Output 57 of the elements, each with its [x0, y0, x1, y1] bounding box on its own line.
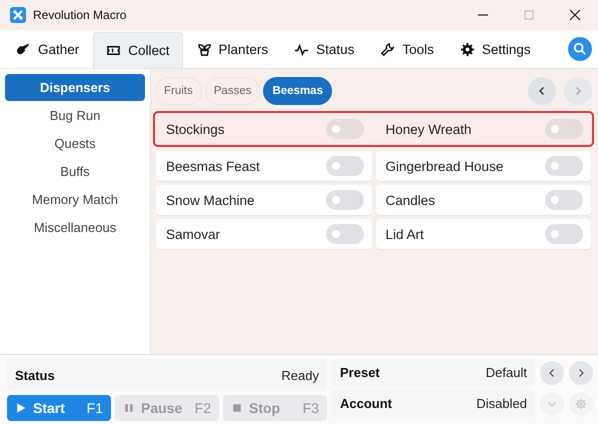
wrench-icon: [380, 42, 396, 56]
pause-icon: [123, 402, 135, 414]
toggle-switch[interactable]: [545, 224, 583, 244]
toggle-switch[interactable]: [326, 119, 364, 139]
chevron-left-icon: [537, 86, 547, 96]
sub-tab[interactable]: Fruits: [155, 77, 202, 105]
minimize-icon: [478, 14, 488, 16]
search-icon: [573, 42, 587, 56]
status-value: Ready: [281, 368, 319, 382]
stop-icon: [231, 402, 243, 414]
status-label: Status: [15, 368, 55, 382]
option-label: Snow Machine: [166, 192, 255, 208]
start-button[interactable]: Start F1: [7, 395, 111, 421]
option-label: Stockings: [166, 122, 225, 136]
toggle-switch[interactable]: [326, 190, 364, 210]
toggle-switch[interactable]: [545, 190, 583, 210]
next-preset-button[interactable]: [569, 360, 593, 384]
chevron-right-icon: [573, 86, 583, 96]
sidebar-item[interactable]: Bug Run: [5, 102, 145, 129]
app-logo-icon: [10, 7, 26, 23]
play-icon: [15, 402, 27, 414]
pulse-icon: [294, 42, 310, 56]
next-button[interactable]: [564, 77, 592, 105]
option-label: Beesmas Feast: [166, 158, 260, 174]
search-button[interactable]: [568, 37, 592, 61]
close-icon: [567, 7, 583, 23]
sprout-icon: [196, 42, 212, 56]
account-label: Account: [340, 396, 392, 411]
chevron-right-icon: [576, 368, 586, 378]
previous-preset-button[interactable]: [540, 360, 564, 384]
sidebar-item[interactable]: Memory Match: [5, 186, 145, 213]
option-label: Lid Art: [386, 226, 424, 242]
option-label: Samovar: [166, 226, 220, 242]
settings-button[interactable]: [569, 392, 593, 416]
tab[interactable]: Collect: [93, 32, 183, 68]
sidebar-item[interactable]: Dispensers: [5, 74, 145, 101]
toggle-switch[interactable]: [545, 119, 583, 139]
chevron-left-icon: [547, 368, 557, 378]
toggle-switch[interactable]: [326, 224, 364, 244]
option-label: Gingerbread House: [386, 158, 504, 174]
ticket-icon: [106, 43, 122, 58]
sidebar-item[interactable]: Miscellaneous: [5, 214, 145, 241]
account-value: Disabled: [476, 396, 527, 411]
sidebar-item[interactable]: Quests: [5, 130, 145, 157]
toggle-switch[interactable]: [326, 156, 364, 176]
gear-icon: [575, 398, 587, 410]
previous-button[interactable]: [528, 77, 556, 105]
preset-value: Default: [486, 365, 527, 380]
toggle-switch[interactable]: [545, 156, 583, 176]
option-label: Honey Wreath: [386, 122, 472, 136]
sub-tab[interactable]: Passes: [204, 77, 260, 105]
sub-tab[interactable]: Beesmas: [263, 77, 332, 105]
preset-label: Preset: [340, 365, 380, 380]
window-title: Revolution Macro: [33, 8, 126, 22]
option-label: Candles: [386, 192, 436, 208]
sidebar-item[interactable]: Buffs: [5, 158, 145, 185]
gear-icon: [460, 42, 475, 56]
